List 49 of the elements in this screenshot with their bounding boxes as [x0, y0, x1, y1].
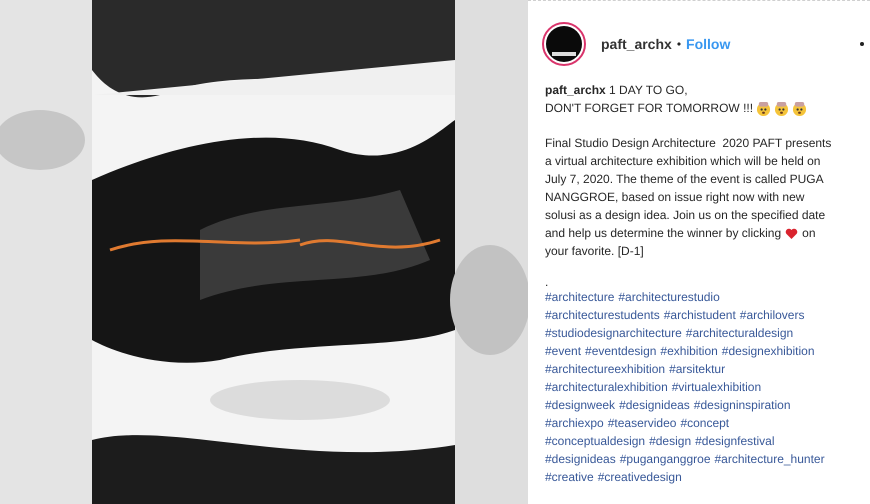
- hashtag-link[interactable]: #architecture_hunter: [714, 450, 825, 468]
- username-link[interactable]: paft_archx: [601, 36, 672, 52]
- heart-icon: [785, 228, 798, 238]
- hashtag-link[interactable]: #designfestival: [695, 432, 775, 450]
- hashtag-link[interactable]: #event: [545, 342, 582, 360]
- hashtag-link[interactable]: #architecturaldesign: [686, 324, 794, 342]
- emoji-icon: [792, 100, 808, 116]
- hashtag-link[interactable]: #architectureexhibition: [545, 360, 666, 378]
- hashtag-link[interactable]: #designideas: [545, 450, 616, 468]
- more-icon[interactable]: [860, 42, 864, 46]
- caption-line: a virtual architecture exhibition which will be held on: [545, 153, 820, 170]
- hashtag-link[interactable]: #exhibition: [660, 342, 718, 360]
- hashtag-link[interactable]: #creativedesign: [598, 468, 682, 486]
- emoji-icon: [774, 100, 790, 116]
- hashtag-link[interactable]: #teaservideo: [608, 414, 676, 432]
- hashtag-link[interactable]: #archistudent: [664, 306, 736, 324]
- hashtag-link[interactable]: #designexhibition: [722, 342, 815, 360]
- username-link[interactable]: paft_archx: [545, 83, 606, 97]
- caption-line: and help us determine the winner by clicking: [545, 225, 782, 242]
- caption-text: 1 DAY TO GO,: [609, 83, 688, 97]
- hashtag-link[interactable]: #conceptualdesign: [545, 432, 646, 450]
- caption-text: DON'T FORGET FOR TOMORROW !!!: [545, 100, 754, 117]
- hashtag-link[interactable]: #designinspiration: [694, 396, 791, 414]
- hashtag-link[interactable]: #studiodesignarchitecture: [545, 324, 682, 342]
- hashtag-link[interactable]: #architecturestudio: [618, 288, 720, 306]
- hashtag-link[interactable]: #architecture: [545, 288, 614, 306]
- avatar[interactable]: [542, 22, 586, 66]
- caption-line: NANGGROE, based on issue right now with new: [545, 189, 804, 206]
- hashtag-link[interactable]: #arsitektur: [669, 360, 726, 378]
- hashtag-link[interactable]: #creative: [545, 468, 594, 486]
- hashtag-link[interactable]: #design: [649, 432, 692, 450]
- caption-line: your favorite. [D-1]: [545, 243, 644, 260]
- caption-line: Final Studio Design Architecture 2020 PAFT presents: [545, 135, 832, 152]
- hashtag-link[interactable]: #designweek: [545, 396, 616, 414]
- hashtag-link[interactable]: #designideas: [619, 396, 690, 414]
- hashtag-link[interactable]: #architecturestudents: [545, 306, 660, 324]
- hashtag-link[interactable]: #architecturalexhibition: [545, 378, 668, 396]
- hashtag-link[interactable]: #eventdesign: [585, 342, 656, 360]
- separator-dot: •: [676, 37, 682, 51]
- emoji-icon: [756, 100, 772, 116]
- caption-line: July 7, 2020. The theme of the event is called PUGA: [545, 171, 824, 188]
- hashtag-link[interactable]: #archilovers: [740, 306, 804, 324]
- caption-dot: .: [545, 276, 550, 288]
- hashtag-link[interactable]: #archiexpo: [545, 414, 604, 432]
- caption-line: solusi as a design idea. Join us on the specified date: [545, 207, 826, 224]
- caption-line: on: [802, 225, 816, 242]
- hashtag-link[interactable]: #puganganggroe: [620, 450, 710, 468]
- hashtag-link[interactable]: #virtualexhibition: [672, 378, 762, 396]
- hashtag-link[interactable]: #concept: [680, 414, 730, 432]
